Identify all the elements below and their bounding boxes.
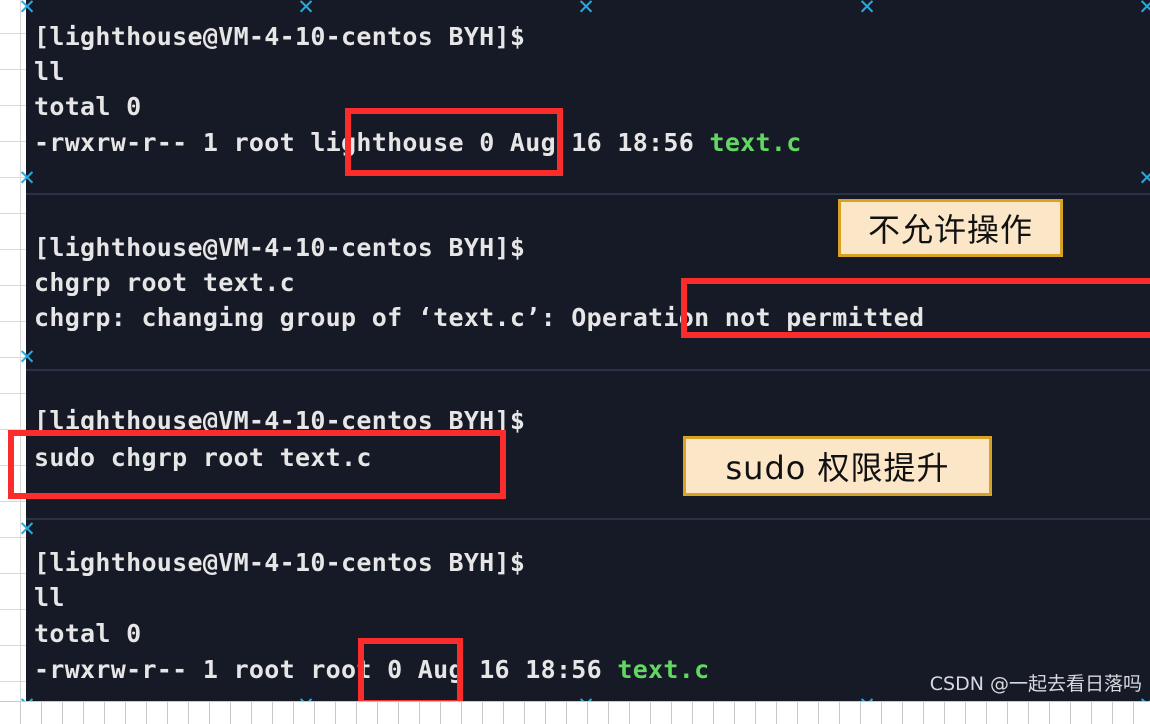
terminal-command-ll-1: ll bbox=[34, 57, 65, 86]
bottom-ruler bbox=[0, 701, 1150, 724]
section-separator-1 bbox=[26, 193, 1150, 195]
selection-marker-top-3[interactable]: ✕ bbox=[577, 0, 595, 18]
listing-filename-2: text.c bbox=[617, 655, 710, 684]
selection-marker-top-1[interactable]: ✕ bbox=[18, 0, 36, 18]
selection-marker-left-3[interactable]: ✕ bbox=[18, 519, 36, 540]
highlight-box-operation-not-permitted bbox=[681, 278, 1150, 338]
terminal-prompt-line-4: [lighthouse@VM-4-10-centos BYH]$ bbox=[34, 548, 526, 577]
callout-sudo-elevation: sudo 权限提升 bbox=[683, 436, 992, 496]
selection-marker-top-4[interactable]: ✕ bbox=[858, 0, 876, 18]
screenshot-root: [lighthouse@VM-4-10-centos BYH]$ ll tota… bbox=[0, 0, 1150, 724]
selection-marker-top-2[interactable]: ✕ bbox=[297, 0, 315, 18]
terminal-prompt-line-2: [lighthouse@VM-4-10-centos BYH]$ bbox=[34, 233, 526, 262]
terminal-command-ll-2: ll bbox=[34, 583, 65, 612]
terminal-output-total-2: total 0 bbox=[34, 619, 142, 648]
terminal-output-total-1: total 0 bbox=[34, 92, 142, 121]
terminal-prompt-line-1: [lighthouse@VM-4-10-centos BYH]$ bbox=[34, 22, 526, 51]
chgrp-error-prefix: chgrp: changing group of ‘text.c’: bbox=[34, 303, 572, 332]
selection-marker-top-5[interactable]: ✕ bbox=[1138, 0, 1150, 18]
listing-permissions-owner-2: -rwxrw-r-- 1 root bbox=[34, 655, 311, 684]
highlight-box-group-lighthouse bbox=[345, 108, 563, 176]
section-separator-3 bbox=[26, 518, 1150, 520]
terminal-command-chgrp: chgrp root text.c bbox=[34, 268, 295, 297]
section-separator-2 bbox=[26, 369, 1150, 371]
selection-marker-left-2[interactable]: ✕ bbox=[18, 347, 36, 368]
listing-permissions-owner-1: -rwxrw-r-- 1 root bbox=[34, 128, 311, 157]
csdn-watermark: CSDN @一起去看日落吗 bbox=[929, 673, 1142, 695]
callout-not-permitted: 不允许操作 bbox=[838, 199, 1063, 257]
terminal-window[interactable]: [lighthouse@VM-4-10-centos BYH]$ ll tota… bbox=[26, 0, 1150, 710]
listing-filename-1: text.c bbox=[709, 128, 802, 157]
highlight-box-sudo-command bbox=[8, 430, 506, 499]
highlight-box-group-root bbox=[358, 638, 463, 706]
selection-marker-left-1[interactable]: ✕ bbox=[18, 168, 36, 189]
selection-marker-right-1[interactable]: ✕ bbox=[1138, 168, 1150, 189]
